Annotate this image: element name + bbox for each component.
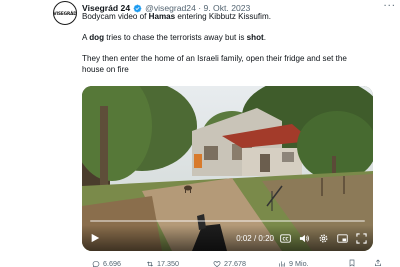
video-controls: 0:02 / 0:20 CC [82, 225, 373, 251]
share-action[interactable] [374, 259, 382, 267]
reply-action[interactable]: 6.696 [92, 259, 121, 267]
avatar-logo-text: VISEGRÁD [53, 10, 77, 16]
reply-icon [92, 260, 100, 267]
tweet-text-line-3: They then enter the home of an Israeli f… [82, 54, 347, 63]
like-count: 27.678 [224, 259, 246, 267]
picture-in-picture-icon[interactable] [336, 232, 348, 244]
avatar[interactable]: VISEGRÁD [53, 1, 77, 25]
tweet-text-line-4: house on fire [82, 65, 129, 74]
like-action[interactable]: 27.678 [213, 259, 246, 267]
play-icon[interactable] [89, 232, 101, 244]
closed-captions-icon[interactable]: CC [279, 232, 291, 244]
settings-gear-icon[interactable] [317, 232, 329, 244]
video-player[interactable]: 0:02 / 0:20 CC [82, 86, 373, 251]
fullscreen-icon[interactable] [355, 232, 367, 244]
video-time: 0:02 / 0:20 [236, 233, 274, 243]
tweet-actions-bar: 6.696 17.350 27.678 9 Mio. [82, 259, 392, 267]
repost-count: 17.350 [157, 259, 179, 267]
repost-action[interactable]: 17.350 [146, 259, 179, 267]
bookmark-icon [349, 259, 355, 267]
bookmark-action[interactable] [348, 259, 356, 267]
views-chart-icon [279, 260, 285, 267]
more-dots-icon[interactable]: ··· [383, 1, 396, 12]
heart-icon [213, 260, 221, 267]
views-action[interactable]: 9 Mio. [278, 259, 309, 267]
share-icon [375, 259, 381, 266]
tweet-text-line-1: Bodycam video of Hamas entering Kibbutz … [82, 12, 271, 21]
repost-icon [147, 261, 153, 266]
video-progress-track[interactable] [90, 220, 365, 222]
tweet-text-line-2: A dog tries to chase the terrorists away… [82, 33, 266, 42]
reply-count: 6.696 [103, 259, 121, 267]
svg-text:CC: CC [282, 236, 288, 241]
views-count: 9 Mio. [289, 259, 309, 267]
volume-icon[interactable] [298, 232, 310, 244]
